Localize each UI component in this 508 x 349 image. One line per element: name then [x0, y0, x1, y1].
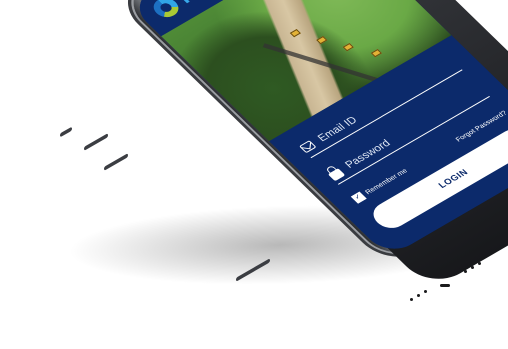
- mail-icon: [299, 140, 317, 154]
- speaker-hole: [417, 294, 420, 297]
- machinery: [370, 49, 382, 58]
- logo-mark-icon: [148, 0, 184, 21]
- email-placeholder: Email ID: [315, 114, 360, 144]
- speaker-hole: [478, 262, 481, 265]
- checkbox-checked-icon[interactable]: ✓: [350, 191, 367, 204]
- volume-down-button: [104, 153, 128, 171]
- charging-port: [440, 284, 450, 287]
- volume-up-button: [84, 133, 108, 151]
- scene: IPLOCA Email ID Password ✓ Remember me: [0, 0, 508, 349]
- machinery: [316, 36, 328, 45]
- speaker-hole: [464, 270, 467, 273]
- speaker-hole: [424, 290, 427, 293]
- password-placeholder: Password: [342, 137, 394, 171]
- lock-icon: [327, 168, 346, 182]
- machinery: [289, 29, 301, 38]
- speaker-hole: [471, 266, 474, 269]
- machinery: [342, 43, 354, 52]
- mute-switch: [60, 126, 72, 138]
- speaker-hole: [410, 298, 413, 301]
